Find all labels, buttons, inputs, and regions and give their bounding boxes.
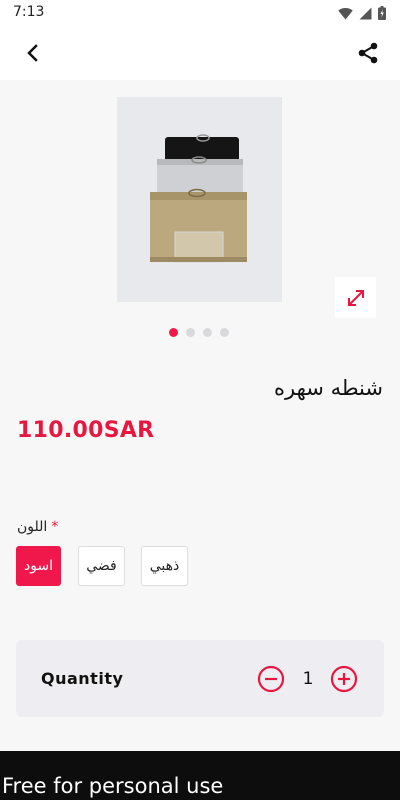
battery-icon — [378, 6, 386, 20]
image-carousel-indicator — [169, 328, 229, 337]
wifi-icon — [338, 7, 353, 19]
status-bar: 7:13 — [0, 0, 400, 26]
share-icon — [358, 42, 378, 64]
signal-icon — [359, 7, 372, 19]
carousel-dot[interactable] — [220, 328, 229, 337]
option-chip-gold[interactable]: ذهبي — [141, 546, 188, 586]
app-bar — [0, 26, 400, 80]
status-time: 7:13 — [13, 4, 45, 20]
carousel-dot[interactable] — [203, 328, 212, 337]
status-icons — [338, 6, 386, 20]
expand-arrows-icon — [347, 289, 364, 306]
back-button[interactable] — [18, 39, 46, 67]
quantity-decrease-button[interactable] — [257, 665, 285, 693]
quantity-increase-button[interactable] — [330, 665, 358, 693]
product-title: شنطه سهره — [274, 376, 383, 400]
watermark-text: Free for personal use — [2, 774, 224, 798]
back-arrow-icon — [27, 44, 38, 62]
share-button[interactable] — [354, 39, 382, 67]
option-name: اللون — [17, 519, 48, 535]
product-photo — [117, 97, 282, 302]
required-marker: * — [51, 519, 59, 535]
quantity-label: Quantity — [41, 669, 124, 688]
plus-circle-icon — [330, 665, 358, 693]
quantity-value: 1 — [302, 669, 314, 689]
option-chip-black[interactable]: اسود — [16, 546, 61, 586]
product-image[interactable] — [117, 97, 282, 302]
option-chip-silver[interactable]: فضي — [78, 546, 125, 586]
minus-circle-icon — [257, 665, 285, 693]
quantity-card: Quantity 1 — [16, 640, 384, 717]
product-price: 110.00SAR — [17, 418, 155, 443]
expand-image-button[interactable] — [335, 277, 376, 318]
option-label: اللون * — [17, 519, 58, 535]
carousel-dot[interactable] — [186, 328, 195, 337]
carousel-dot[interactable] — [169, 328, 178, 337]
